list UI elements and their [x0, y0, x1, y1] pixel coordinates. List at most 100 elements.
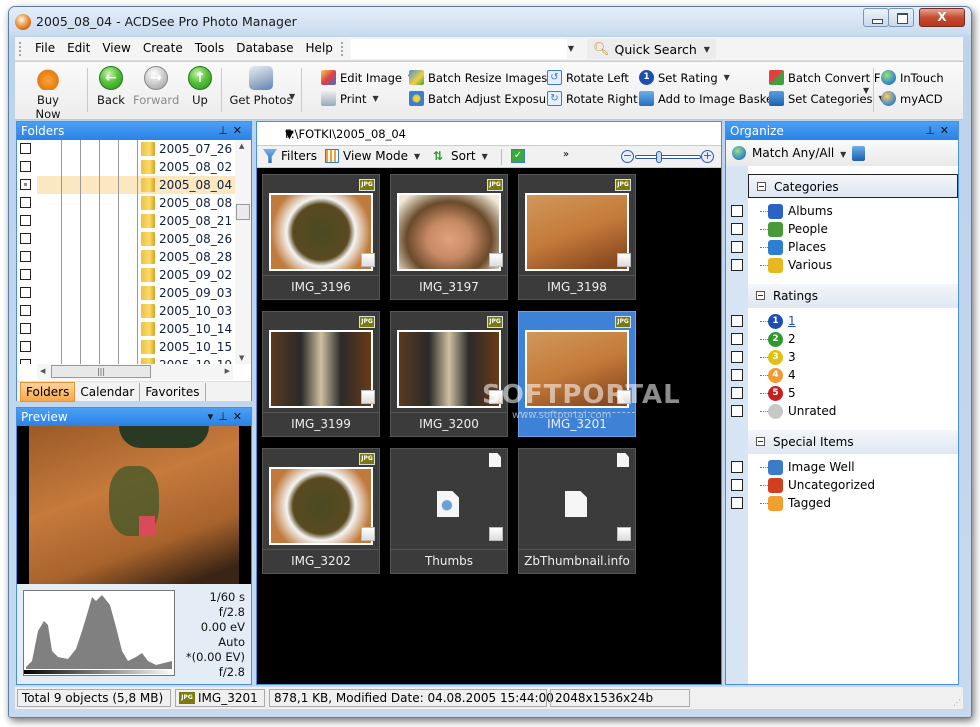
organize-item[interactable]: 55 [726, 384, 956, 402]
scroll-down-icon[interactable]: ▼ [239, 354, 244, 362]
folder-checkbox[interactable] [20, 197, 31, 208]
tab-folders[interactable]: Folders [20, 381, 76, 402]
folder-tree-item[interactable]: 2005_10_14 [17, 320, 237, 338]
folder-checkbox[interactable] [20, 341, 31, 352]
folder-checkbox[interactable] [20, 287, 31, 298]
edit-image-button[interactable]: Edit Image▼ [321, 70, 414, 85]
thumbnail-checkbox[interactable] [617, 527, 631, 541]
thumbnail-checkbox[interactable] [361, 390, 375, 404]
folder-checkbox[interactable] [20, 233, 31, 244]
scrollbar-thumb[interactable]: ||| [51, 365, 151, 378]
chevron-down-icon[interactable]: ▼ [285, 127, 715, 141]
menu-help[interactable]: Help [306, 41, 333, 55]
toolbar-grip[interactable] [19, 42, 21, 56]
path-combo[interactable]: F:\FOTKI\2005_08_04 ▼ [257, 122, 721, 146]
section-header-categories[interactable]: Categories [748, 174, 958, 198]
organize-checkbox[interactable] [731, 205, 743, 217]
organize-checkbox[interactable] [731, 351, 743, 363]
close-icon[interactable]: ✕ [233, 410, 247, 423]
thumbnail-item[interactable]: Thumbs [390, 448, 508, 574]
close-icon[interactable]: ✕ [940, 124, 954, 137]
sort-button[interactable]: ⇅ Sort ▼ [433, 149, 488, 163]
folder-tree-item[interactable]: 2005_08_26 [17, 230, 237, 248]
collapse-icon[interactable] [756, 437, 765, 446]
match-any-all-dropdown[interactable]: Match Any/All ▼ [752, 146, 846, 160]
organize-checkbox[interactable] [731, 405, 743, 417]
quick-search-button[interactable]: 🔍︎ Quick Search ▼ [587, 39, 716, 59]
organize-item[interactable]: People [726, 220, 956, 238]
section-header-ratings[interactable]: Ratings [748, 284, 958, 308]
thumbnail-checkbox[interactable] [617, 253, 631, 267]
thumbnail-size-slider[interactable]: − + [621, 150, 715, 164]
menu-database[interactable]: Database [236, 41, 293, 55]
minimize-button[interactable] [863, 8, 889, 27]
folder-checkbox[interactable] [20, 305, 31, 316]
search-dropdown-arrow[interactable]: ▼ [565, 41, 577, 57]
folder-checkbox[interactable] [20, 143, 31, 154]
batch-adjust-exposure-button[interactable]: Batch Adjust Exposure [409, 91, 558, 106]
get-photos-dropdown-icon[interactable]: ▼ [289, 92, 295, 101]
organize-checkbox[interactable] [731, 387, 743, 399]
zoom-out-icon[interactable]: − [621, 150, 634, 163]
folder-checkbox[interactable] [20, 215, 31, 226]
menu-create[interactable]: Create [143, 41, 183, 55]
organize-checkbox[interactable] [731, 333, 743, 345]
section-header-special-items[interactable]: Special Items [748, 430, 958, 454]
toolbar-more-button[interactable]: » [563, 149, 569, 160]
chevron-down-icon[interactable]: ▾ [208, 410, 219, 423]
toolbar-grip[interactable] [341, 42, 343, 56]
thumbnail-item[interactable]: ZbThumbnail.info [518, 448, 636, 574]
organize-item[interactable]: Albums [726, 202, 956, 220]
folder-checkbox[interactable] [20, 161, 31, 172]
organize-checkbox[interactable] [731, 461, 743, 473]
folder-tree-item[interactable]: 2005_09_03 [17, 284, 237, 302]
folder-tree-item[interactable]: 2005_08_08 [17, 194, 237, 212]
view-mode-button[interactable]: View Mode ▼ [325, 149, 420, 163]
set-rating-button[interactable]: 1 Set Rating ▼ [639, 70, 730, 85]
intouch-button[interactable]: InTouch [881, 70, 944, 85]
menu-file[interactable]: File [35, 41, 55, 55]
scroll-up-icon[interactable]: ▲ [239, 142, 244, 150]
print-button[interactable]: Print ▼ [321, 91, 379, 106]
tab-calendar[interactable]: Calendar [75, 382, 141, 401]
zoom-in-icon[interactable]: + [701, 150, 714, 163]
folder-checkbox[interactable] [20, 179, 31, 190]
back-button[interactable]: Back [93, 66, 129, 107]
rotate-left-button[interactable]: ↺ Rotate Left [547, 70, 629, 85]
organize-item[interactable]: 22 [726, 330, 956, 348]
thumbnail-checkbox[interactable] [361, 253, 375, 267]
organize-checkbox[interactable] [731, 259, 743, 271]
search-combo-input[interactable] [351, 39, 567, 59]
menu-tools[interactable]: Tools [195, 41, 225, 55]
folder-checkbox[interactable] [20, 251, 31, 262]
toolbar-overflow-icon[interactable]: ▼ [863, 86, 869, 95]
batch-convert-button[interactable]: Batch Convert F [769, 70, 880, 85]
organize-checkbox[interactable] [731, 223, 743, 235]
folder-checkbox[interactable] [20, 359, 31, 364]
thumbnail-item[interactable]: JPG IMG_3202 [262, 448, 380, 574]
folder-tree-item[interactable]: 2005_08_21 [17, 212, 237, 230]
organize-item[interactable]: Various [726, 256, 956, 274]
menu-view[interactable]: View [102, 41, 130, 55]
organize-item[interactable]: Places [726, 238, 956, 256]
slider-knob[interactable] [656, 151, 662, 163]
thumbnail-checkbox[interactable] [361, 527, 375, 541]
thumbnail-item[interactable]: JPG IMG_3196 [262, 174, 380, 300]
organize-checkbox[interactable] [731, 497, 743, 509]
rotate-right-button[interactable]: ↻ Rotate Right [547, 91, 638, 106]
resize-grip[interactable]: ⋰ [953, 698, 961, 707]
organize-item[interactable]: Unrated [726, 402, 956, 420]
new-category-icon[interactable] [852, 145, 866, 161]
folder-tree-item[interactable]: 2005_10_19 [17, 356, 237, 364]
close-icon[interactable]: ✕ [233, 124, 247, 137]
organize-item[interactable]: 11 [726, 312, 956, 330]
organize-checkbox[interactable] [731, 241, 743, 253]
folder-tree-item[interactable]: 2005_09_02 [17, 266, 237, 284]
folder-tree-item[interactable]: 2005_08_28 [17, 248, 237, 266]
thumbnail-checkbox[interactable] [489, 527, 503, 541]
get-photos-button[interactable]: Get Photos [229, 66, 293, 107]
scroll-right-icon[interactable]: ▶ [225, 367, 230, 375]
thumbnail-item[interactable]: JPG IMG_3198 [518, 174, 636, 300]
folder-tree-item[interactable]: 2005_08_04 [17, 176, 237, 194]
forward-button[interactable]: Forward [133, 66, 179, 107]
